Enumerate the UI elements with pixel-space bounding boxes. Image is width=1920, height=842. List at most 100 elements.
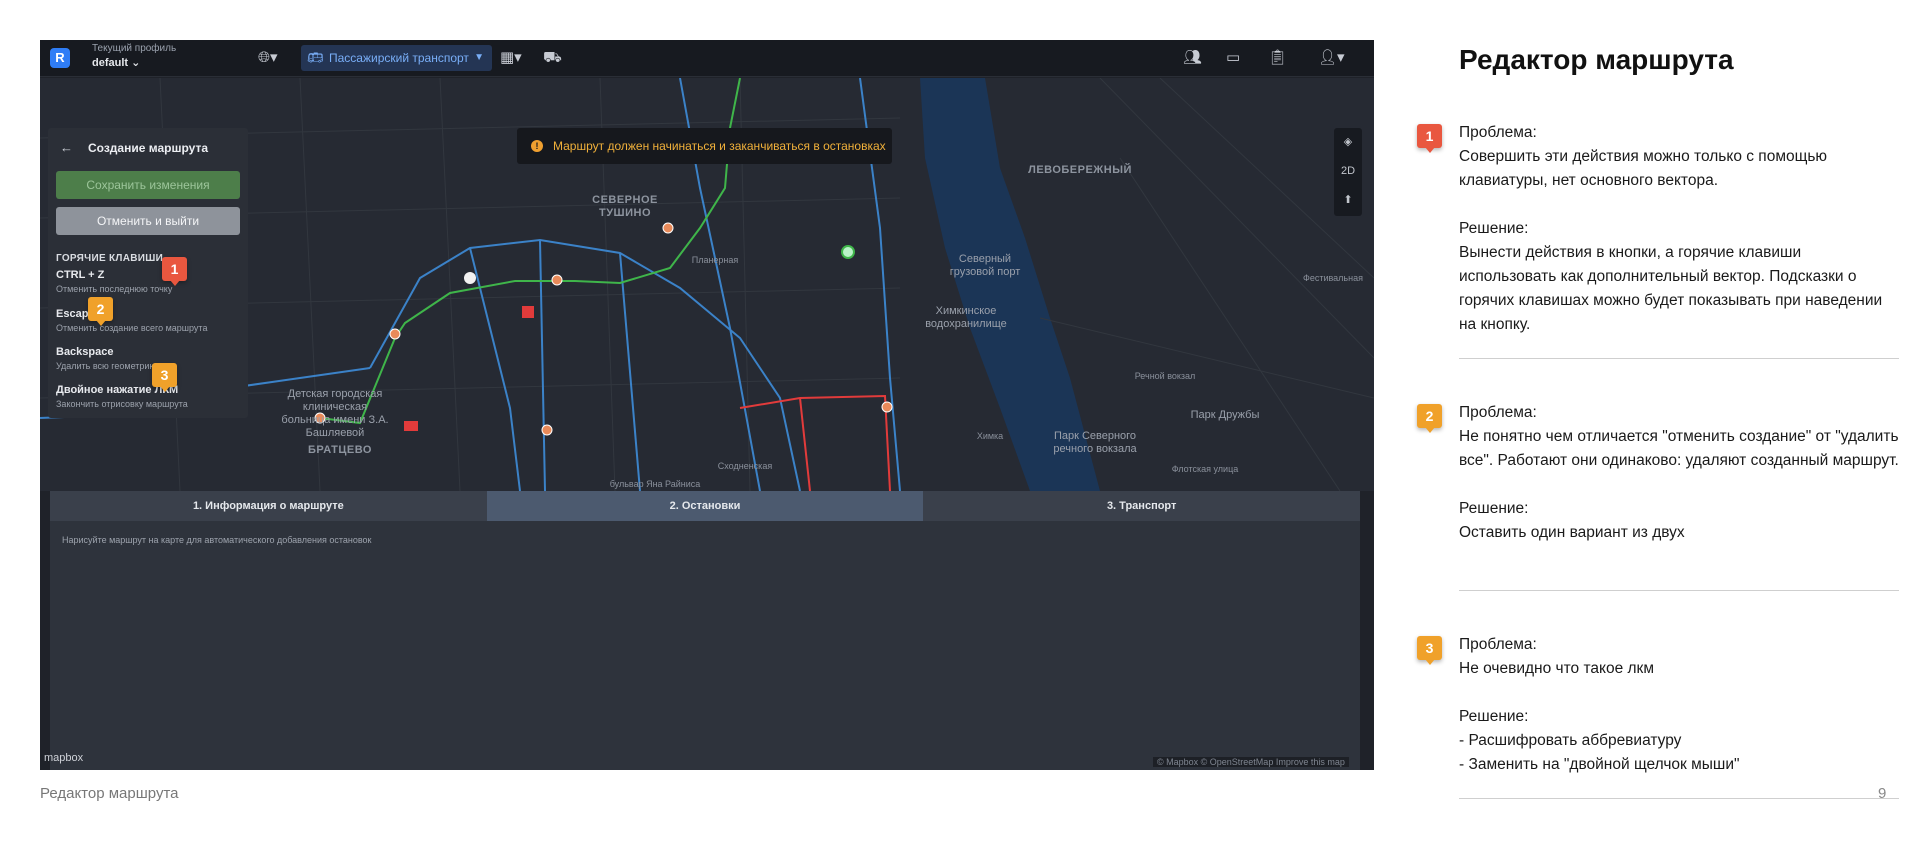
car-settings-icon[interactable]: ⛟ [543, 47, 562, 69]
divider [1459, 358, 1899, 359]
tab-route-info[interactable]: 1. Информация о маршруте [50, 491, 487, 521]
problem-label: Проблема: [1459, 636, 1537, 653]
badge-number: 1 [1425, 128, 1434, 144]
problem-label: Проблема: [1459, 124, 1537, 141]
save-changes-button[interactable]: Сохранить изменения [56, 171, 240, 199]
solution-label: Решение: [1459, 500, 1529, 517]
problem-text: Совершить эти действия можно только с по… [1459, 148, 1828, 189]
app-screenshot: R Текущий профиль default ⌄ 🌐︎▾ 🚌︎ Пасса… [40, 40, 1374, 770]
map-label-district: СЕВЕРНОЕ ТУШИНО [592, 194, 658, 219]
warning-toast: ! Маршрут должен начинаться и заканчиват… [517, 128, 892, 164]
annotation-badge-3: 3 [152, 363, 177, 392]
map-label-stop: Сходненская [717, 461, 773, 471]
badge-tip [96, 320, 106, 326]
cancel-exit-button[interactable]: Отменить и выйти [56, 207, 240, 235]
profile-selector[interactable]: default ⌄ [92, 56, 140, 69]
hotkeys-title: ГОРЯЧИЕ КЛАВИШИ [56, 253, 164, 264]
badge-number: 2 [1425, 408, 1434, 424]
warning-icon: ! [531, 140, 543, 152]
map-label-street: бульвар Яна Райниса [609, 479, 701, 489]
transport-marker [404, 421, 418, 431]
badge-number: 1 [170, 261, 179, 277]
badge-tip [1425, 659, 1435, 665]
hotkey-desc: Удалить всю геометрию [56, 361, 157, 371]
chevron-down-icon: ▼ [474, 52, 484, 63]
map-label-stop: Речной вокзал [1134, 371, 1196, 381]
solution-label: Решение: [1459, 220, 1529, 237]
tab-transport[interactable]: 3. Транспорт [923, 491, 1360, 521]
transport-marker [522, 306, 534, 318]
annotation-badge-2: 2 [88, 297, 113, 326]
annotation-badge-1: 1 [162, 257, 187, 286]
note-badge-2: 2 [1417, 404, 1442, 433]
top-bar: R Текущий профиль default ⌄ 🌐︎▾ 🚌︎ Пасса… [40, 40, 1374, 77]
mapbox-logo: mapbox [44, 752, 84, 764]
problem-text: Не понятно чем отличается "отменить созд… [1459, 428, 1899, 469]
compass-icon[interactable]: ⬆ [1334, 186, 1362, 215]
badge-number: 3 [160, 367, 169, 383]
map-label-street: Фестивальная [1303, 273, 1363, 283]
red-route-lines [739, 394, 891, 491]
profile-value: default [92, 57, 129, 69]
map-label-stop: Планерная [691, 255, 739, 265]
map-label-river: Химка [976, 431, 1004, 441]
view-2d-toggle[interactable]: 2D [1334, 157, 1362, 186]
map-label-district: БРАТЦЕВО [308, 444, 372, 456]
transport-mode-label: Пассажирский транспорт [329, 51, 469, 65]
hotkey-desc: Отменить последнюю точку [56, 284, 173, 294]
hotkey-desc: Отменить создание всего маршрута [56, 323, 208, 333]
badge-tip [1425, 147, 1435, 153]
tab-hint: Нарисуйте маршрут на карте для автоматич… [62, 535, 372, 545]
map-label-street: Флотская улица [1171, 464, 1239, 474]
badge-number: 3 [1425, 640, 1434, 656]
panel-title: Создание маршрута [88, 141, 208, 155]
solution-line: - Расшифровать аббревиатуру [1459, 732, 1682, 749]
note-2: Проблема: Не понятно чем отличается "отм… [1459, 401, 1899, 545]
solution-label: Решение: [1459, 708, 1529, 725]
layers-grid-icon[interactable]: ▦▾ [500, 47, 522, 69]
app-logo-icon[interactable]: R [50, 48, 70, 68]
page-number: 9 [1878, 785, 1887, 802]
map-canvas[interactable]: СЕВЕРНОЕ ТУШИНО ЛЕВОБЕРЕЖНЫЙ БРАТЦЕВО Се… [40, 78, 1374, 491]
route-end-point [841, 245, 855, 259]
map-label-place: Парк Дружбы [1190, 409, 1260, 421]
footer-title: Редактор маршрута [40, 785, 179, 802]
profile-caption: Текущий профиль [92, 43, 177, 54]
solution-text: Оставить один вариант из двух [1459, 524, 1685, 541]
map-label-place: Парк Северного речного вокзала [1053, 430, 1137, 455]
map-label-place: Химкинское водохранилище [925, 305, 1007, 330]
map-label-district: ЛЕВОБЕРЕЖНЫЙ [1028, 164, 1132, 176]
solution-text: Вынести действия в кнопки, а горячие кла… [1459, 244, 1883, 333]
problem-text: Не очевидно что такое лкм [1459, 660, 1654, 677]
map-controls: ◈ 2D ⬆ [1334, 128, 1362, 216]
note-3: Проблема: Не очевидно что такое лкм Реше… [1459, 633, 1899, 777]
badge-number: 2 [96, 301, 105, 317]
map-label-place: Детская городская клиническая больница и… [281, 388, 389, 439]
badge-tip [170, 280, 180, 286]
layers-icon[interactable]: ◈ [1334, 128, 1362, 157]
map-label-place: Северный грузовой порт [949, 253, 1021, 278]
map-attribution[interactable]: © Mapbox © OpenStreetMap Improve this ma… [1153, 757, 1349, 767]
archive-icon[interactable]: ▭ [1226, 47, 1240, 69]
problem-label: Проблема: [1459, 404, 1537, 421]
note-badge-1: 1 [1417, 124, 1442, 153]
badge-tip [1425, 427, 1435, 433]
hotkey-key: Backspace [56, 346, 114, 358]
note-badge-3: 3 [1417, 636, 1442, 665]
route-editor-panel: ← Создание маршрута Сохранить изменения … [48, 128, 248, 418]
tab-stops[interactable]: 2. Остановки [486, 491, 924, 521]
divider [1459, 590, 1899, 591]
hotkey-key: CTRL + Z [56, 269, 105, 281]
bus-icon: 🚌︎ [307, 50, 324, 65]
note-1: Проблема: Совершить эти действия можно т… [1459, 121, 1899, 337]
badge-tip [160, 386, 170, 392]
doc-title: Редактор маршрута [1459, 44, 1734, 75]
transport-mode-button[interactable]: 🚌︎ Пассажирский транспорт ▼ [301, 45, 492, 71]
user-avatar-icon[interactable]: 👤︎▾ [1318, 47, 1345, 69]
hotkey-desc: Закончить отрисовку маршрута [56, 399, 188, 409]
tab-content: Нарисуйте маршрут на карте для автоматич… [50, 521, 1360, 770]
warning-text: Маршрут должен начинаться и заканчиватьс… [553, 139, 886, 153]
globe-icon[interactable]: 🌐︎▾ [258, 47, 278, 69]
users-icon[interactable]: 👥︎ [1183, 47, 1202, 69]
clipboard-icon[interactable]: 📋︎ [1268, 47, 1287, 69]
